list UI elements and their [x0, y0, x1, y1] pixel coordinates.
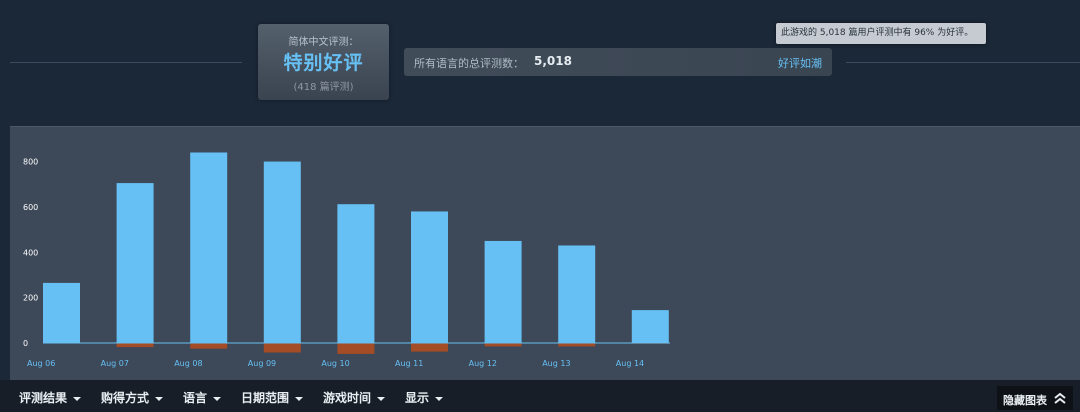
language-review-rating: 特别好评 [283, 52, 364, 74]
positive-bar [190, 152, 228, 343]
chevron-down-icon [377, 396, 386, 401]
x-tick-label: Aug 06 [27, 359, 55, 368]
x-tick-label: Aug 08 [174, 359, 202, 368]
hide-chart-label: 隐藏图表 [1003, 394, 1047, 407]
x-tick-label: Aug 11 [395, 359, 423, 368]
filter-display-label: 显示 [405, 391, 430, 405]
filter-purchase-type[interactable]: 购得方式 [101, 389, 164, 406]
negative-bar [558, 343, 596, 347]
filter-display[interactable]: 显示 [405, 389, 444, 406]
language-review-label: 简体中文评测： [288, 37, 359, 48]
divider-left [10, 62, 242, 63]
chevron-down-icon [295, 396, 304, 401]
review-filter-bar: 评测结果 购得方式 语言 日期范围 游戏时间 显示 [0, 380, 1080, 412]
x-tick-label: Aug 07 [101, 359, 129, 368]
filter-review-type[interactable]: 评测结果 [19, 389, 82, 406]
y-tick-label: 600 [23, 203, 38, 212]
negative-bar [116, 343, 154, 348]
positive-bar [43, 282, 80, 343]
x-tick-label: Aug 10 [321, 359, 349, 368]
positive-bar [631, 310, 669, 343]
negative-bar [337, 343, 375, 354]
filter-date-range-label: 日期范围 [241, 391, 290, 405]
positive-bar [337, 204, 375, 343]
filter-language-label: 语言 [183, 391, 208, 405]
x-tick-label: Aug 09 [248, 359, 276, 368]
all-reviews-rating: 好评如潮 [778, 57, 822, 70]
positive-bar [558, 245, 596, 343]
review-histogram-chart: 0 200 400 600 800 Aug 06 Aug 07 Aug 08 Aug 09 Aug… [23, 152, 670, 368]
filter-playtime-label: 游戏时间 [323, 391, 372, 405]
all-reviews-label: 所有语言的总评测数： [414, 57, 524, 70]
negative-bar [190, 343, 228, 349]
negative-bar [484, 343, 522, 347]
chevron-down-icon [155, 396, 164, 401]
x-tick-label: Aug 13 [542, 359, 570, 368]
filter-review-type-label: 评测结果 [19, 391, 68, 405]
negative-bar [263, 343, 301, 353]
y-tick-label: 200 [23, 294, 38, 303]
double-chevron-up-icon [1054, 392, 1066, 404]
all-reviews-summary[interactable]: 所有语言的总评测数： 5,018 好评如潮 [404, 48, 832, 76]
filter-playtime[interactable]: 游戏时间 [323, 389, 386, 406]
filter-purchase-type-label: 购得方式 [101, 391, 150, 405]
recent-reviews-panel [693, 126, 1080, 381]
x-tick-label: Aug 14 [616, 359, 644, 368]
positive-bar [263, 161, 301, 343]
positive-bar [116, 183, 154, 343]
chevron-down-icon [73, 396, 82, 401]
filter-language[interactable]: 语言 [183, 389, 222, 406]
chevron-down-icon [213, 396, 222, 401]
review-histogram-panel: 0 200 400 600 800 Aug 06 Aug 07 Aug 08 Aug 09 Aug… [10, 126, 694, 381]
language-review-count: (418 篇评测) [293, 82, 354, 93]
all-reviews-count: 5,018 [534, 54, 572, 68]
negative-bar [411, 343, 448, 352]
filter-date-range[interactable]: 日期范围 [241, 389, 304, 406]
y-tick-label: 800 [23, 158, 38, 167]
review-tooltip: 此游戏的 5,018 篇用户评测中有 96% 为好评。 [776, 23, 986, 44]
y-tick-label: 400 [23, 248, 38, 257]
positive-bar [411, 211, 448, 343]
divider-right [846, 62, 1080, 63]
chevron-down-icon [435, 396, 444, 401]
positive-bar [484, 240, 522, 343]
y-tick-label: 0 [23, 339, 28, 348]
language-review-summary[interactable]: 简体中文评测： 特别好评 (418 篇评测) [258, 24, 389, 100]
hide-chart-button[interactable]: 隐藏图表 [997, 386, 1073, 410]
x-tick-label: Aug 12 [469, 359, 497, 368]
